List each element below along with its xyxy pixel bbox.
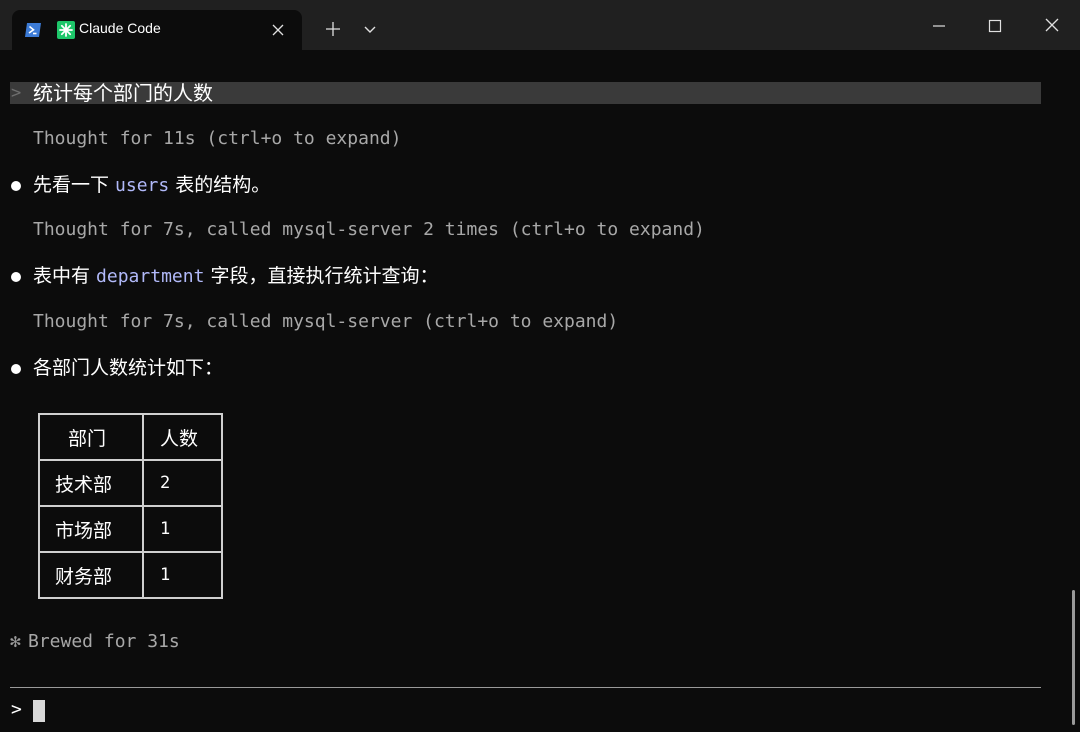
table-header-row: 部门 人数 bbox=[38, 413, 223, 461]
scrollbar-thumb[interactable] bbox=[1072, 590, 1075, 725]
table-header-cell: 部门 bbox=[38, 413, 144, 461]
table-cell: 2 bbox=[142, 459, 223, 507]
message-text: 表的结构。 bbox=[169, 174, 271, 196]
plus-icon[interactable] bbox=[324, 20, 342, 38]
powershell-icon bbox=[25, 23, 41, 37]
table-cell: 市场部 bbox=[38, 505, 144, 553]
table-cell: 1 bbox=[142, 551, 223, 599]
claude-asterisk-icon bbox=[57, 21, 75, 39]
status-text: Brewed for 31s bbox=[28, 631, 180, 652]
thought-line[interactable]: Thought for 7s, called mysql-server (ctr… bbox=[33, 309, 1080, 335]
thought-line[interactable]: Thought for 7s, called mysql-server 2 ti… bbox=[33, 217, 1080, 243]
tab-claude-code[interactable]: Claude Code bbox=[12, 10, 302, 50]
table-cell: 1 bbox=[142, 505, 223, 553]
message-text: 字段，直接执行统计查询： bbox=[204, 265, 439, 287]
table-cell: 技术部 bbox=[38, 459, 144, 507]
message-text: 先看一下 bbox=[33, 174, 116, 196]
department-count-table: 部门 人数 技术部 2 市场部 1 财务部 1 bbox=[38, 413, 223, 599]
bullet-icon bbox=[11, 272, 21, 282]
message-text: 各部门人数统计如下： bbox=[33, 357, 224, 379]
terminal-output[interactable]: > 统计每个部门的人数 Thought for 11s (ctrl+o to e… bbox=[0, 50, 1080, 732]
user-prompt-text: 统计每个部门的人数 bbox=[33, 81, 213, 105]
code-span: users bbox=[115, 175, 170, 196]
message-text: 表中有 bbox=[33, 265, 97, 287]
minimize-icon[interactable] bbox=[930, 17, 948, 35]
user-prompt-echo: > 统计每个部门的人数 bbox=[10, 81, 1041, 105]
chevron-down-icon[interactable] bbox=[362, 22, 378, 38]
thought-line[interactable]: Thought for 11s (ctrl+o to expand) bbox=[33, 126, 1080, 152]
terminal-window: Claude Code > 统计每个部门的人数 Thought for 11s … bbox=[0, 0, 1080, 732]
table-header-cell: 人数 bbox=[142, 413, 223, 461]
tab-title: Claude Code bbox=[79, 20, 161, 36]
input-divider bbox=[10, 687, 1041, 688]
close-icon[interactable] bbox=[270, 22, 286, 38]
table-row: 市场部 1 bbox=[38, 505, 223, 553]
prompt-caret: > bbox=[11, 83, 22, 103]
prompt-input[interactable] bbox=[33, 700, 45, 722]
bullet-icon bbox=[11, 181, 21, 191]
bullet-icon bbox=[11, 364, 21, 374]
input-caret: > bbox=[11, 699, 22, 720]
status-line: ✻ Brewed for 31s bbox=[10, 629, 180, 655]
table-row: 财务部 1 bbox=[38, 551, 223, 599]
code-span: department bbox=[96, 266, 205, 287]
maximize-icon[interactable] bbox=[986, 17, 1004, 35]
asterisk-icon: ✻ bbox=[10, 631, 21, 652]
title-bar: Claude Code bbox=[0, 0, 1080, 50]
table-row: 技术部 2 bbox=[38, 459, 223, 507]
close-icon[interactable] bbox=[1043, 16, 1061, 34]
table-cell: 财务部 bbox=[38, 551, 144, 599]
